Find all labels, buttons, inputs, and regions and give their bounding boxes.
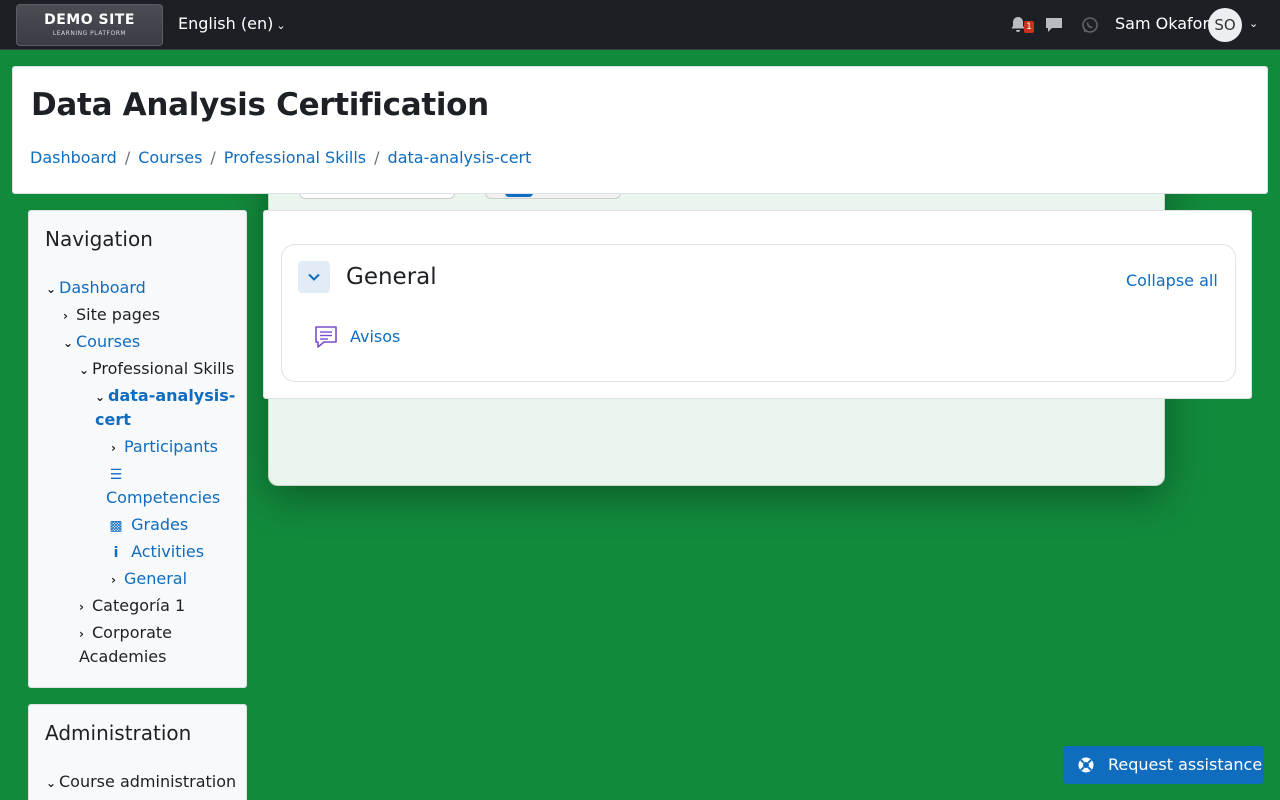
tree-item-current-course-cont[interactable]: cert	[95, 408, 131, 432]
chevron-right-icon[interactable]: ›	[111, 436, 124, 460]
chevron-right-icon[interactable]: ›	[63, 304, 76, 328]
request-assistance-button[interactable]: Request assistance	[1063, 746, 1264, 784]
page-header: Data Analysis Certification Dashboard / Co…	[12, 66, 1268, 194]
course-section-general: General Collapse all Avisos	[281, 244, 1236, 382]
language-label: English (en)	[178, 14, 274, 33]
tree-item-general[interactable]: › General	[111, 567, 187, 592]
forum-icon[interactable]	[313, 324, 339, 350]
user-menu-chevron-icon[interactable]: ⌄	[1249, 17, 1258, 30]
user-name[interactable]: Sam Okafor	[1115, 14, 1209, 33]
request-assistance-label: Request assistance	[1108, 755, 1263, 774]
tree-label-corporate-line2[interactable]: Academies	[79, 647, 166, 666]
section-title[interactable]: General	[346, 264, 437, 290]
chevron-down-icon[interactable]: ⌄	[46, 771, 59, 795]
navigation-title: Navigation	[45, 227, 153, 251]
chevron-down-icon[interactable]: ⌄	[79, 358, 92, 382]
language-menu[interactable]: English (en) ⌄	[178, 14, 286, 33]
administration-title: Administration	[45, 721, 192, 745]
tree-label-competencies[interactable]: Competencies	[106, 488, 220, 507]
checklist-icon: ☰	[109, 467, 123, 483]
tree-label-general[interactable]: General	[124, 569, 187, 588]
tree-item-competencies-icon-row[interactable]: ☰	[106, 462, 126, 487]
breadcrumb-separator: /	[210, 148, 216, 167]
tree-label-corporate-line1[interactable]: Corporate	[92, 623, 172, 642]
tree-label-course-administration[interactable]: Course administration	[59, 772, 236, 791]
tree-item-professional-skills[interactable]: ⌄ Professional Skills	[79, 357, 234, 382]
tree-label-categoria[interactable]: Categoría 1	[92, 596, 185, 615]
section-collapse-toggle[interactable]	[298, 261, 330, 293]
breadcrumb-separator: /	[374, 148, 380, 167]
avatar[interactable]: SO	[1208, 8, 1242, 42]
tree-item-activities[interactable]: i Activities	[106, 540, 205, 565]
chevron-right-icon[interactable]: ›	[79, 622, 92, 646]
navigation-block: Navigation ⌄ Dashboard › Site pages ⌄ Cours…	[28, 210, 247, 688]
tree-label-dashboard[interactable]: Dashboard	[59, 278, 146, 297]
tree-label-site-pages[interactable]: Site pages	[76, 305, 160, 324]
tree-item-grades[interactable]: ▩ Grades	[106, 513, 188, 538]
lifebuoy-icon	[1078, 757, 1094, 773]
tree-item-corporate-cont[interactable]: Academies	[79, 645, 166, 669]
breadcrumb-courses[interactable]: Courses	[138, 148, 202, 167]
breadcrumb-dashboard[interactable]: Dashboard	[30, 148, 117, 167]
notification-badge: 1	[1024, 21, 1034, 33]
chevron-down-icon[interactable]: ⌄	[95, 385, 108, 409]
breadcrumb-separator: /	[124, 148, 131, 167]
tree-label-course-line1[interactable]: data-analysis-	[108, 386, 235, 405]
tree-label-professional-skills[interactable]: Professional Skills	[92, 359, 234, 378]
course-content: General Collapse all Avisos	[263, 210, 1252, 399]
tree-item-competencies[interactable]: Competencies	[106, 486, 220, 510]
page-title: Data Analysis Certification	[31, 87, 489, 123]
whatsapp-icon[interactable]	[1080, 15, 1100, 35]
top-navbar: DEMO SITE LEARNING PLATFORM English (en)…	[0, 0, 1280, 50]
chevron-down-icon[interactable]: ⌄	[46, 277, 59, 301]
tree-label-activities[interactable]: Activities	[131, 542, 204, 561]
messages-icon[interactable]	[1044, 15, 1064, 35]
tree-item-categoria[interactable]: › Categoría 1	[79, 594, 185, 619]
chevron-right-icon[interactable]: ›	[111, 568, 124, 592]
tree-item-corporate[interactable]: › Corporate	[79, 621, 172, 646]
activity-link-avisos[interactable]: Avisos	[350, 327, 400, 346]
tree-label-grades[interactable]: Grades	[131, 515, 188, 534]
collapse-all-link[interactable]: Collapse all	[1126, 271, 1218, 290]
info-icon: i	[113, 545, 119, 561]
breadcrumb-professional-skills[interactable]: Professional Skills	[224, 148, 366, 167]
chevron-down-icon: ⌄	[276, 19, 286, 32]
tree-label-course-line2[interactable]: cert	[95, 410, 131, 429]
tree-item-current-course[interactable]: ⌄ data-analysis-	[95, 384, 235, 409]
clipboard-check-icon: ▩	[109, 518, 123, 534]
tree-item-site-pages[interactable]: › Site pages	[63, 303, 160, 328]
tree-label-participants[interactable]: Participants	[124, 437, 218, 456]
breadcrumb: Dashboard / Courses / Professional Skills / da…	[30, 148, 531, 167]
administration-block: Administration ⌄ Course administration	[28, 704, 247, 800]
tree-label-courses[interactable]: Courses	[76, 332, 140, 351]
chevron-right-icon[interactable]: ›	[79, 595, 92, 619]
logo-title: DEMO SITE	[44, 12, 135, 28]
tree-item-courses[interactable]: ⌄ Courses	[63, 330, 140, 355]
chevron-down-icon	[308, 273, 320, 281]
tree-item-participants[interactable]: › Participants	[111, 435, 218, 460]
breadcrumb-course[interactable]: data-analysis-cert	[388, 148, 532, 167]
chevron-down-icon[interactable]: ⌄	[63, 331, 76, 355]
tree-item-course-administration[interactable]: ⌄ Course administration	[46, 770, 236, 795]
site-logo[interactable]: DEMO SITE LEARNING PLATFORM	[16, 4, 163, 46]
logo-subtitle: LEARNING PLATFORM	[52, 30, 127, 37]
tree-item-dashboard[interactable]: ⌄ Dashboard	[46, 276, 146, 301]
